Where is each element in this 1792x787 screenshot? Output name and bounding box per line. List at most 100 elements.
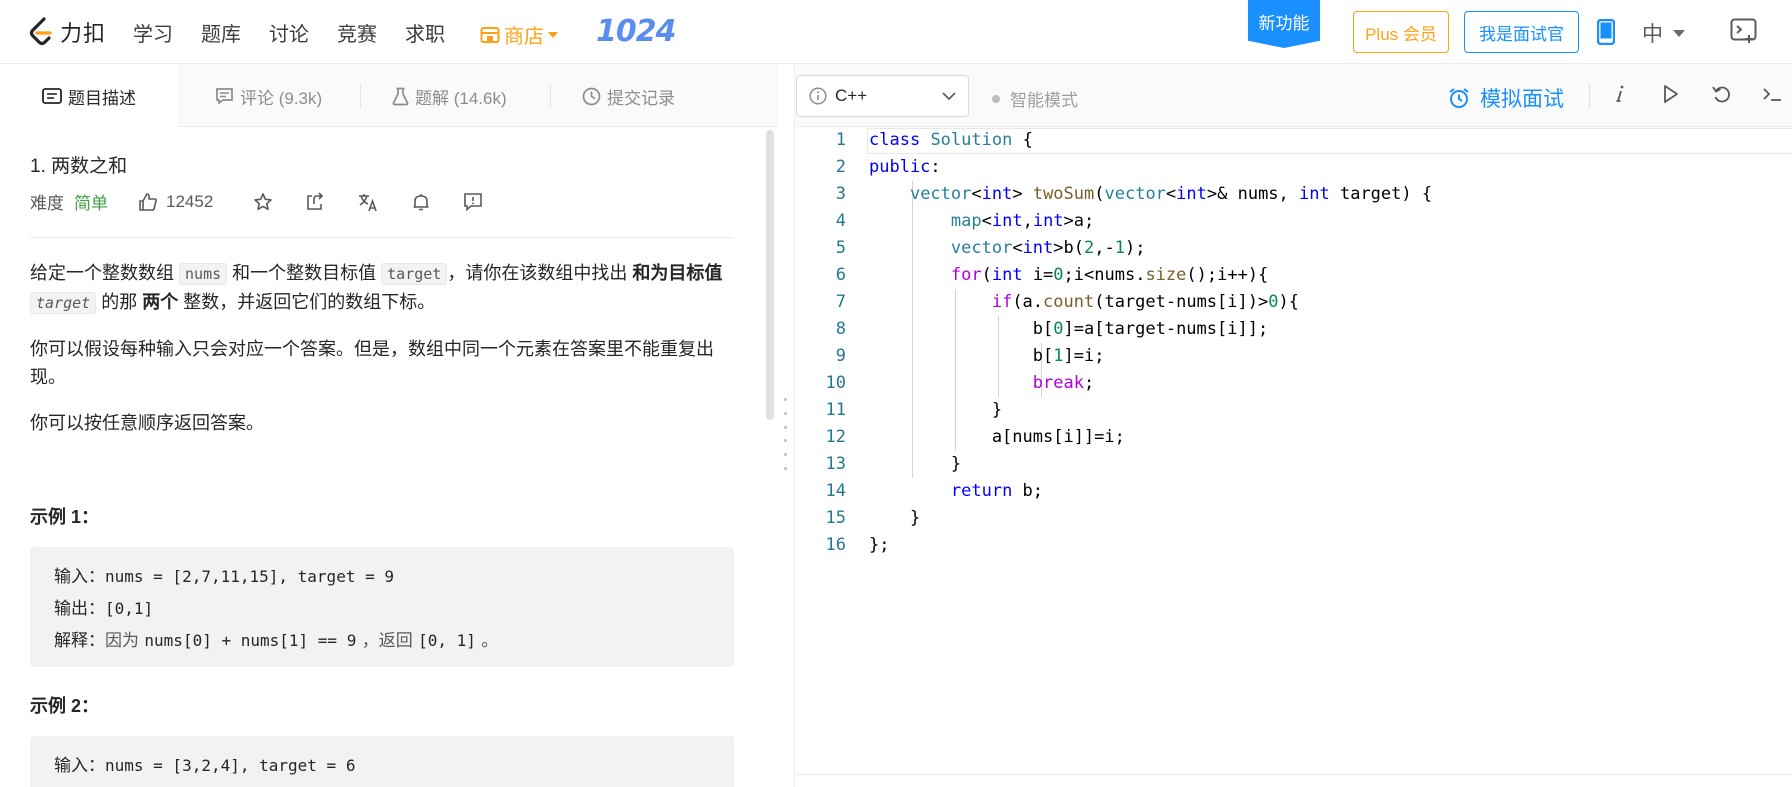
interviewer-button[interactable]: 我是面试官 [1464, 11, 1579, 53]
code-line[interactable]: class Solution { [869, 127, 1432, 154]
line-number: 9 [835, 346, 846, 366]
share-icon[interactable] [305, 191, 325, 212]
like-count: 12452 [166, 191, 214, 211]
language-switcher[interactable]: 中 [1642, 18, 1685, 48]
alarm-clock-icon [1449, 88, 1469, 108]
flask-icon [392, 87, 409, 105]
code-line[interactable]: }; [869, 532, 1432, 559]
example-2-box: 输入：nums = [3,2,4], target = 6 [30, 736, 734, 787]
smart-mode-toggle[interactable]: 智能模式 [992, 86, 1078, 111]
tab-separator [550, 83, 551, 109]
feedback-icon[interactable] [463, 192, 483, 212]
code-line[interactable]: } [869, 505, 1432, 532]
leetcode-logo[interactable]: 力扣 [28, 16, 106, 48]
bell-icon[interactable] [411, 192, 431, 212]
example-value: [0,1] [105, 599, 154, 618]
line-number: 8 [835, 319, 846, 339]
nav-link-contest[interactable]: 竞赛 [337, 18, 377, 47]
like-button[interactable]: 12452 [138, 192, 213, 212]
nav-store[interactable]: 商店 [480, 20, 558, 49]
mock-interview-button[interactable]: 模拟面试 [1448, 83, 1564, 113]
plus-member-button[interactable]: Plus 会员 [1353, 11, 1449, 53]
nav-link-problems[interactable]: 题库 [201, 18, 241, 47]
tab-comments-label: 评论 (9.3k) [240, 88, 323, 108]
tab-comments[interactable]: 评论 (9.3k) [215, 65, 322, 127]
console-icon[interactable] [1730, 18, 1758, 49]
tab-solutions[interactable]: 题解 (14.6k) [392, 65, 507, 127]
tab-description[interactable]: 题目描述 [0, 65, 178, 127]
example-text: ，返回 [356, 631, 419, 651]
description-icon [42, 88, 62, 104]
code-line[interactable]: map<int,int>a; [869, 208, 1432, 235]
tab-submissions[interactable]: 提交记录 [582, 65, 675, 127]
example-1-box: 输入：nums = [2,7,11,15], target = 9 输出：[0,… [30, 547, 734, 667]
toolbar-separator [1589, 83, 1590, 109]
example-1-output: 输出：[0,1] [54, 593, 710, 625]
line-number: 1 [835, 130, 846, 150]
code-line[interactable]: a[nums[i]]=i; [869, 424, 1432, 451]
code-line[interactable]: return b; [869, 478, 1432, 505]
example-text: 因为 [105, 631, 145, 651]
difficulty-label: 难度 [30, 194, 64, 213]
event-1024-badge[interactable]: 1024 [596, 14, 676, 49]
example-label: 解释： [54, 631, 105, 651]
problem-tabs: 题目描述 评论 (9.3k) 题解 (14.6k) 提交记录 [0, 65, 778, 127]
code-line[interactable]: } [869, 397, 1432, 424]
run-icon[interactable] [1662, 83, 1680, 110]
star-icon[interactable] [253, 192, 273, 212]
inline-code: target [30, 292, 97, 314]
code-line[interactable]: if(a.count(target-nums[i])>0){ [869, 289, 1432, 316]
difficulty-badge: 简单 [74, 194, 108, 213]
italic-info-icon[interactable] [1613, 83, 1627, 110]
example-value: nums[0] + nums[1] == 9 [144, 631, 357, 650]
problem-title: 1. 两数之和 [30, 156, 128, 177]
example-1-input: 输入：nums = [2,7,11,15], target = 9 [54, 561, 710, 593]
info-icon [809, 87, 827, 105]
line-number: 14 [825, 481, 846, 501]
example-label: 输出： [54, 599, 105, 619]
code-line[interactable]: b[0]=a[target-nums[i]]; [869, 316, 1432, 343]
language-select[interactable]: C++ [796, 75, 969, 117]
example-2-input: 输入：nums = [3,2,4], target = 6 [54, 750, 710, 782]
code-line[interactable]: vector<int>b(2,-1); [869, 235, 1432, 262]
example-value: nums = [3,2,4], target = 6 [105, 756, 356, 775]
problem-description-pane: 1. 两数之和 难度 简单 12452 给定一个整数数组 nums 和一个整数目… [0, 127, 770, 787]
nav-link-discuss[interactable]: 讨论 [269, 18, 309, 47]
code-line[interactable]: b[1]=i; [869, 343, 1432, 370]
description-scrollbar[interactable] [766, 130, 774, 420]
nav-link-jobs[interactable]: 求职 [405, 18, 445, 47]
new-feature-ribbon[interactable]: 新功能 [1248, 0, 1320, 48]
line-number: 16 [825, 535, 846, 555]
editor-bottom-border [796, 774, 1792, 775]
reset-icon[interactable] [1711, 83, 1733, 110]
statement-text: 的那 [96, 292, 143, 312]
mobile-app-icon[interactable] [1596, 18, 1616, 50]
translate-icon[interactable] [357, 192, 379, 212]
example-text: 。 [475, 631, 499, 651]
line-number: 6 [835, 265, 846, 285]
line-number: 13 [825, 454, 846, 474]
statement-text: 和一个整数目标值 [227, 263, 382, 283]
code-line[interactable]: vector<int> twoSum(vector<int>& nums, in… [869, 181, 1432, 208]
example-value: nums = [2,7,11,15], target = 9 [105, 567, 394, 586]
example-1-title: 示例 1： [30, 507, 100, 527]
line-number: 3 [835, 184, 846, 204]
example-label: 输入： [54, 756, 105, 776]
splitter-handle[interactable] [784, 398, 788, 470]
thumbs-up-icon [139, 192, 157, 211]
code-line[interactable]: for(int i=0;i<nums.size();i++){ [869, 262, 1432, 289]
problem-order-note: 你可以按任意顺序返回答案。 [30, 413, 264, 433]
code-line[interactable]: public: [869, 154, 1432, 181]
caret-down-icon [548, 31, 558, 38]
divider [30, 237, 734, 238]
code-line[interactable]: } [869, 451, 1432, 478]
code-line[interactable]: break; [869, 370, 1432, 397]
problem-assumption: 你可以假设每种输入只会对应一个答案。但是，数组中同一个元素在答案里不能重复出现。 [30, 339, 714, 387]
nav-link-study[interactable]: 学习 [133, 18, 173, 47]
language-select-value: C++ [835, 86, 868, 105]
code-editor[interactable]: 1 2 3 4 5 6 7 8 9 10 11 12 13 14 15 16 class Solution {… [796, 127, 1792, 787]
problem-statement: 给定一个整数数组 nums 和一个整数目标值 target ，请你在该数组中找出 … [30, 259, 735, 317]
code-area[interactable]: class Solution {public: vector<int> twoS… [869, 127, 1432, 559]
line-number: 10 [825, 373, 846, 393]
terminal-icon[interactable] [1761, 83, 1783, 110]
